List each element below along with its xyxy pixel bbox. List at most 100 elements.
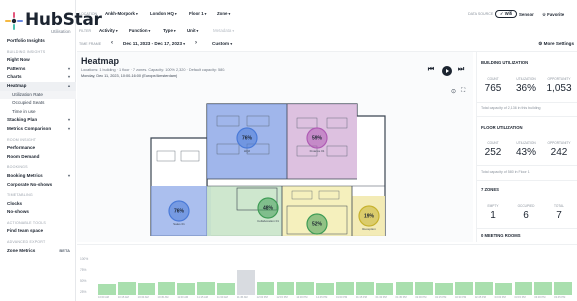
sidebar-item[interactable]: Portfolio Insights	[0, 37, 76, 46]
timeline-bar[interactable]	[157, 282, 176, 295]
sidebar-item-label: Room Demand	[7, 153, 40, 159]
sidebar-item[interactable]: Occupied Seats	[0, 99, 76, 108]
sidebar-item[interactable]: Performance	[0, 144, 76, 153]
sidebar-item[interactable]: Charts ▾	[0, 73, 76, 82]
timeline-bar[interactable]	[117, 282, 136, 295]
timeline-bar[interactable]	[455, 282, 473, 295]
timeline-bar[interactable]	[534, 282, 553, 295]
sidebar-item[interactable]: Room Demand	[0, 153, 76, 162]
zone-marker[interactable]: 48% Collaboration 01	[257, 197, 279, 223]
chevron-icon: ▾	[67, 125, 70, 131]
filter-type[interactable]: Type▾	[163, 28, 176, 33]
zone-utilization-value: 52%	[312, 222, 323, 228]
chevron-icon: ▾	[67, 74, 70, 80]
data-source-sensor-button[interactable]: Sensor	[519, 12, 534, 17]
timeline-bar[interactable]	[177, 282, 196, 295]
favorite-button[interactable]: ☆ Favorite	[542, 12, 564, 18]
location-filter-floor-label: Floor 1	[189, 11, 204, 16]
filter-unit[interactable]: Unit▾	[187, 28, 198, 33]
location-filter-floor[interactable]: Floor 1▾	[189, 11, 206, 16]
filter-activity[interactable]: Activity▾	[99, 28, 118, 33]
timeline-bar[interactable]	[236, 269, 255, 295]
more-settings-button[interactable]: ⚙ More Settings	[538, 41, 574, 47]
zone-utilization-value: 76%	[174, 209, 185, 215]
timeline-bar[interactable]	[355, 282, 374, 295]
zones-occupied-value: 6	[523, 210, 529, 221]
location-filter-site[interactable]: London HQ▾	[150, 11, 177, 16]
divider	[477, 165, 577, 166]
sidebar-item[interactable]: Stacking Plan ▾	[0, 116, 76, 125]
timeline-bar[interactable]	[474, 282, 493, 295]
fullscreen-icon[interactable]: ⛶	[461, 88, 465, 95]
timeline-bar[interactable]	[256, 282, 275, 295]
sidebar-item[interactable]: Patterns ▾	[0, 65, 76, 74]
zone-name: Reception	[362, 227, 376, 231]
filter-metadata[interactable]: Metadata▾	[213, 28, 234, 33]
chevron-down-icon: ▾	[173, 29, 176, 33]
chevron-down-icon: ▾	[115, 29, 118, 33]
timeline-bar[interactable]	[197, 282, 215, 295]
filter-label: FILTER	[79, 29, 92, 33]
sidebar-item[interactable]: Booking Metrics ▾	[0, 172, 76, 181]
x-axis-label: 10:45 AM	[157, 296, 169, 299]
sidebar-item-label: Performance	[7, 145, 36, 151]
location-filter-zone[interactable]: Zone▾	[217, 11, 230, 16]
sidebar-item-label: TIMETABLING	[7, 193, 33, 198]
timeline-bar[interactable]	[137, 283, 156, 295]
sidebar-item[interactable]: Find team space	[0, 227, 76, 236]
skip-back-button[interactable]: ⏮	[427, 66, 435, 74]
hubstar-logo[interactable]: HubStar Utilisation	[5, 8, 102, 36]
sidebar-item[interactable]: Right Now	[0, 56, 76, 65]
data-source-wifi-label: Wifi	[504, 11, 513, 16]
location-filter-zone-label: Zone	[217, 11, 228, 16]
previous-week-button[interactable]: ‹	[111, 40, 113, 46]
zone-utilization-value: 48%	[263, 206, 274, 212]
timeline-bar[interactable]	[415, 282, 434, 295]
sidebar-item[interactable]: Clocks	[0, 200, 76, 209]
sidebar-item[interactable]: Time in use	[0, 108, 76, 117]
timeline-bar[interactable]	[395, 281, 414, 295]
y-axis-label: 75%	[80, 268, 87, 272]
timeline-bar[interactable]	[435, 283, 453, 295]
x-axis-label: 03:15 PM	[514, 296, 526, 299]
data-source-wifi-button[interactable]: ✓ Wifi	[495, 10, 518, 18]
timeline-bar[interactable]	[494, 282, 513, 295]
location-filter-building-label: Ankh-Morpork	[105, 11, 136, 16]
next-week-button[interactable]: ›	[195, 40, 197, 46]
date-range-picker[interactable]: Dec 11, 2023 - Dec 17, 2023 ▾	[123, 41, 185, 46]
zones-title: 7 ZONES	[481, 187, 499, 192]
location-filter-building[interactable]: Ankh-Morpork▾	[105, 11, 138, 16]
custom-range-dropdown[interactable]: Custom ▾	[212, 41, 232, 46]
date-range-text: Dec 11, 2023 - Dec 17, 2023	[123, 41, 182, 46]
sidebar-item[interactable]: No-shows	[0, 208, 76, 217]
timeline-bar[interactable]	[316, 282, 334, 295]
timeline-bar[interactable]	[296, 282, 315, 295]
timeline-bar[interactable]	[514, 282, 533, 295]
x-axis-label: 10:30 AM	[137, 296, 149, 299]
filter-function[interactable]: Function▾	[129, 28, 150, 33]
sidebar-item[interactable]: Utilization Rate	[0, 90, 76, 100]
timeline-bar[interactable]	[336, 282, 354, 295]
divider	[477, 102, 577, 103]
recenter-icon[interactable]: ⊙	[451, 88, 456, 95]
sidebar-item[interactable]: Metrics Comparison ▾	[0, 125, 76, 134]
play-button[interactable]	[442, 66, 452, 76]
sidebar-item[interactable]: Heatmap ▴	[0, 81, 76, 91]
filter-bar: LOCATION Ankh-Morpork▾ London HQ▾ Floor …	[77, 8, 577, 33]
x-axis-label: 01:45 PM	[395, 296, 407, 299]
meeting-rooms-title: 0 MEETING ROOMS	[481, 233, 521, 238]
zone-marker[interactable]: 59% Finance 01	[306, 127, 328, 153]
timeline-bar[interactable]	[375, 282, 394, 295]
timeline-bar[interactable]	[98, 283, 116, 295]
sidebar-item-label: Heatmap	[7, 82, 27, 88]
sidebar-item[interactable]: Corporate No-shows	[0, 181, 76, 190]
skip-forward-button[interactable]: ⏭	[457, 66, 465, 74]
x-axis-label: 03:45 PM	[554, 296, 566, 299]
timeline-bar[interactable]	[217, 283, 235, 295]
sidebar-item[interactable]: Zone Metrics BETA	[0, 247, 76, 256]
x-axis-label: 01:30 PM	[375, 296, 387, 299]
timeline-bar[interactable]	[554, 281, 572, 295]
x-axis-label: 02:00 PM	[415, 296, 427, 299]
location-label: LOCATION	[79, 12, 98, 16]
timeline-bar[interactable]	[276, 281, 295, 295]
